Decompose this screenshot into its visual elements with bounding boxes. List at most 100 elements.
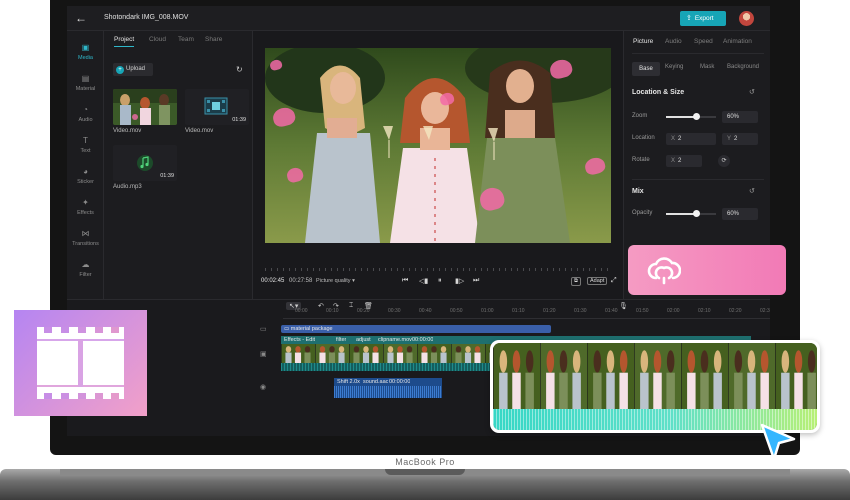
refresh-icon[interactable]: ↻ [236,65,243,74]
adapt-button[interactable]: Adapt [587,277,608,285]
microphone-icon[interactable]: 🎙 [619,302,628,310]
tab-share[interactable]: Share [205,36,222,43]
tab-team[interactable]: Team [178,36,194,43]
ruler-tick-label: 00:00 [295,308,308,314]
rail-item-sticker[interactable]: ◕ Sticker [67,167,104,185]
text-track-icon[interactable]: ▭ [260,325,267,333]
rail-item-effects[interactable]: ✦ Effects [67,198,104,216]
reset-location-icon[interactable]: ↺ [749,88,755,96]
clip-time: 00:00:00 [412,337,434,343]
mix-heading: Mix [632,188,644,195]
skip-end-icon[interactable]: ⏭ [473,277,479,285]
rotate-dial-icon[interactable]: ⟳ [718,155,730,167]
rail-item-material[interactable]: ▤ Material [67,74,104,92]
marketing-stage: MacBook Pro ← Shotondark IMG_008.MOV ⇪ E… [0,0,850,500]
tab-cloud[interactable]: Cloud [149,36,166,43]
location-label: Location [632,135,655,141]
media-thumb-video-2[interactable]: 01:39 [185,89,249,125]
rail-item-media[interactable]: ▣ Media [67,43,104,61]
ruler-tick-label: 00:50 [450,308,463,314]
preview-scrub-ticks[interactable] [265,268,611,271]
adjust-tag[interactable]: adjust [353,336,371,344]
step-forward-icon[interactable]: ▮▷ [455,277,464,285]
reset-mix-icon[interactable]: ↺ [749,187,755,195]
rotate-field[interactable]: X2 [666,155,702,167]
video-strip-frames [493,343,817,409]
undo-icon[interactable]: ↶ [318,302,324,310]
filter-tag[interactable]: filter [333,336,346,344]
ruler-tick-label: 02:10 [698,308,711,314]
fullscreen-icon[interactable]: ⤢ [611,277,617,285]
subtab-background[interactable]: Background [727,64,759,70]
picture-quality-select[interactable]: Picture quality ▾ [316,278,355,284]
ruler-tick-label: 02:20 [729,308,742,314]
zoom-slider[interactable] [666,113,716,120]
subtab-base[interactable]: Base [632,62,660,76]
location-y-field[interactable]: Y2 [722,133,758,145]
upload-label: Upload [126,66,146,72]
subtab-keying[interactable]: Keying [665,64,683,70]
pause-icon[interactable]: ⏸ [438,277,442,285]
laptop-notch [385,469,465,475]
speed-tag[interactable]: Shift 2.0x [334,378,360,386]
split-icon[interactable]: ⌶ [349,302,353,310]
rail-item-transitions[interactable]: ⋈ Transitions [67,229,104,247]
skip-start-icon[interactable]: ⏮ [402,277,408,285]
file-title: Shotondark IMG_008.MOV [104,14,189,21]
effects-tag[interactable]: Effects - Edit [281,336,315,344]
tab-animation[interactable]: Animation [723,38,752,45]
location-y-value: 2 [734,136,738,142]
ruler-tick-label: 01:50 [636,308,649,314]
upload-icon: + [116,66,124,74]
sticker-icon: ◕ [83,167,88,176]
cloud-icon [647,257,681,285]
tab-picture[interactable]: Picture [633,38,653,45]
opacity-slider[interactable] [666,210,716,217]
preview-controls: 00:02:45 00:27:58 Picture quality ▾ ⏮ ◁▮… [253,275,623,289]
media-thumb-label: Audio.mp3 [113,184,142,190]
subtab-mask[interactable]: Mask [700,64,714,70]
export-button[interactable]: ⇪ Export [680,11,726,26]
opacity-value-field[interactable]: 60% [722,208,758,220]
tab-audio[interactable]: Audio [665,38,682,45]
rail-item-filter[interactable]: ☁ Filter [67,260,104,278]
media-thumb-label: Video.mov [185,128,214,134]
rail-item-label: Text [80,148,91,154]
tabs-divider [632,53,764,54]
media-panel: Project Cloud Team Share + Upload ↻ Vide… [105,31,253,299]
rail-item-audio[interactable]: ◔ Audio [67,105,104,123]
effects-icon: ✦ [82,198,89,207]
section-divider [632,179,764,180]
back-arrow-icon[interactable]: ← [75,12,87,24]
media-duration: 01:39 [232,117,246,123]
media-thumb-video-1[interactable] [113,89,177,125]
location-x-field[interactable]: X2 [666,133,716,145]
media-icon: ▣ [81,43,90,52]
audio-track-icon[interactable]: ◉ [260,383,266,391]
zoom-slider-knob[interactable] [693,113,700,120]
audio-clip-waveform [334,386,442,398]
rail-item-text[interactable]: T Text [67,136,104,154]
text-clip[interactable]: ▭ material package [281,325,551,333]
upload-button[interactable]: + Upload [113,63,153,76]
user-avatar[interactable] [739,11,754,26]
laptop-brand-label: MacBook Pro [395,457,455,467]
filter-icon: ☁ [81,260,90,269]
opacity-slider-knob[interactable] [693,210,700,217]
ratio-icon[interactable]: ⧉ [571,277,581,286]
media-thumb-label: Video.mov [113,128,142,134]
zoom-label: Zoom [632,113,648,119]
export-label: Export [694,15,714,22]
media-thumb-audio[interactable]: 01:39 [113,145,177,181]
video-track-icon[interactable]: ▣ [260,350,267,358]
media-tabs: Project Cloud Team Share [105,36,253,50]
step-back-icon[interactable]: ◁▮ [419,277,428,285]
zoom-value-field[interactable]: 60% [722,111,758,123]
tab-speed[interactable]: Speed [694,38,713,45]
audio-clip[interactable]: Shift 2.0x sound.aac 00:00:00 [334,378,442,398]
tab-project[interactable]: Project [114,36,135,47]
ruler-tick-label: 01:00 [481,308,494,314]
film-icon-card [14,310,147,416]
text-clip-name: material package [290,326,333,332]
ruler-baseline [283,318,770,319]
